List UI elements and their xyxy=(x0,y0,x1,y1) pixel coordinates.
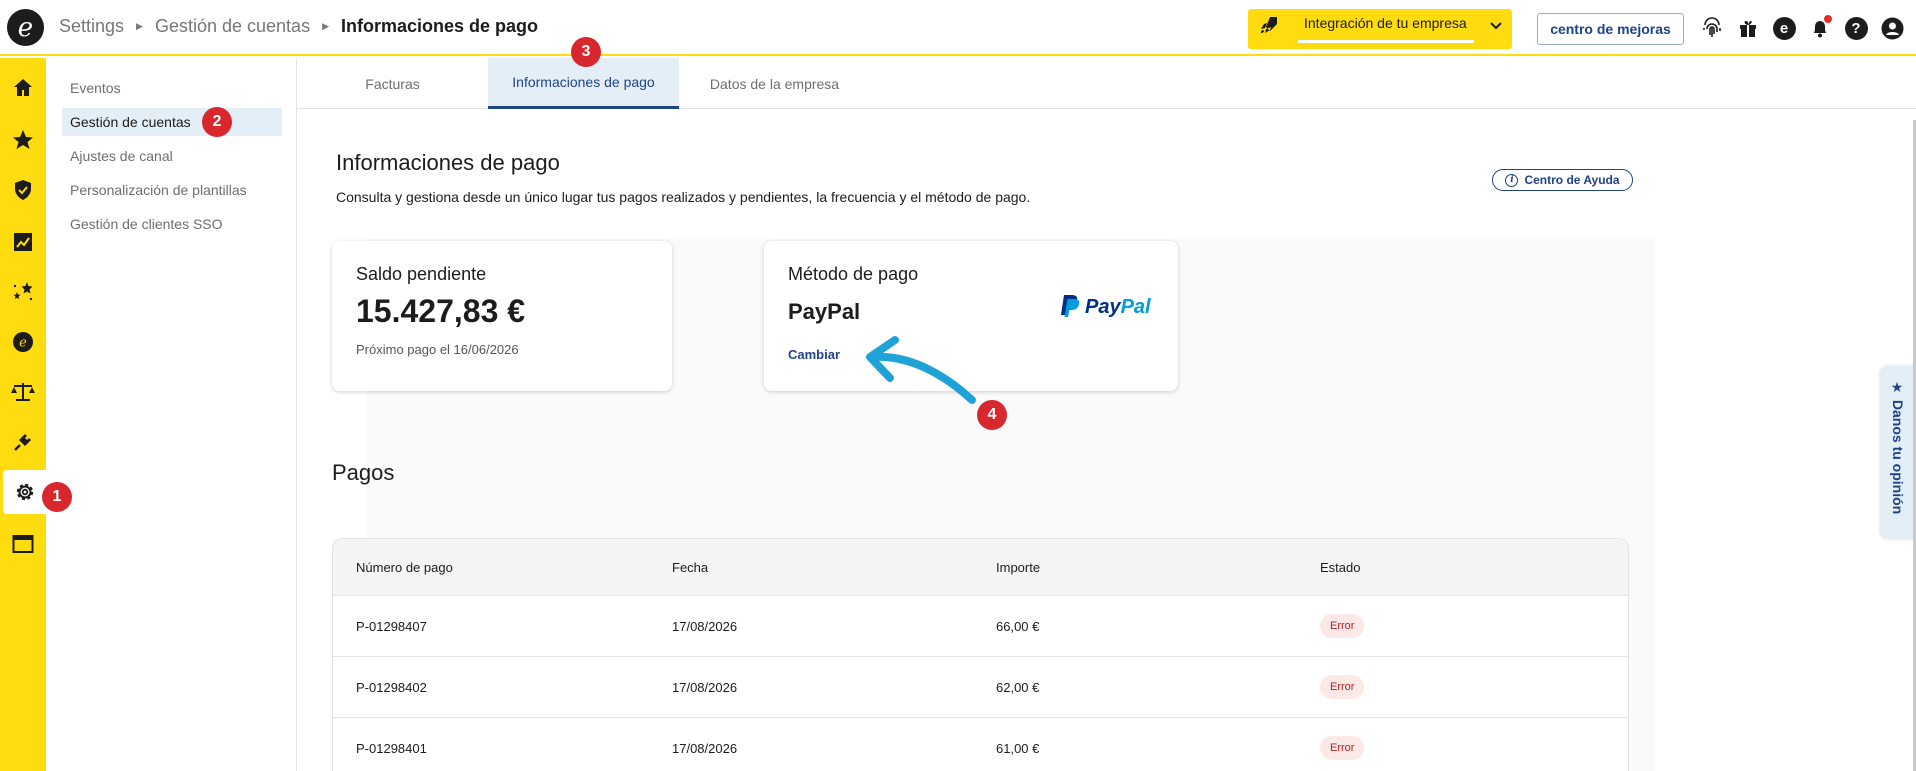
rail-legal[interactable] xyxy=(0,370,46,414)
top-bar: e Settings ▶ Gestión de cuentas ▶ Inform… xyxy=(0,0,1916,56)
table-row[interactable]: P-01298402 17/08/2026 62,00 € Error xyxy=(333,657,1628,718)
rail-reviews[interactable] xyxy=(0,118,46,162)
main-content: Informaciones de pago Consulta y gestion… xyxy=(297,109,1916,771)
app-rail: e xyxy=(0,58,46,771)
shield-check-icon xyxy=(15,180,31,200)
subnav-item-events[interactable]: Eventos xyxy=(62,74,282,102)
page-title: Informaciones de pago xyxy=(336,150,560,175)
step-marker-1: 1 xyxy=(42,482,72,512)
payments-table: Número de pago Fecha Importe Estado P-01… xyxy=(332,538,1629,771)
help-icon[interactable]: ? xyxy=(1844,14,1868,42)
payment-method-title: Método de pago xyxy=(788,264,919,284)
payment-amount: 62,00 € xyxy=(996,680,1040,695)
analytics-icon xyxy=(14,233,32,251)
browser-window-icon xyxy=(12,535,34,553)
tab-company-data[interactable]: Datos de la empresa xyxy=(679,58,870,109)
tab-bar: Facturas Informaciones de pago Datos de … xyxy=(297,58,1916,109)
plug-icon xyxy=(14,434,31,451)
home-icon xyxy=(14,79,32,96)
breadcrumb-settings[interactable]: Settings xyxy=(59,16,124,37)
settings-subnav: Eventos Gestión de cuentas Ajustes de ca… xyxy=(46,58,297,771)
breadcrumb: Settings ▶ Gestión de cuentas ▶ Informac… xyxy=(59,16,538,37)
star-icon xyxy=(13,130,33,149)
gear-icon xyxy=(16,483,33,501)
column-header-payment-number: Número de pago xyxy=(356,560,453,575)
chevron-down-icon xyxy=(1488,17,1504,38)
paypal-logo-text-1: Pay xyxy=(1085,296,1121,318)
subnav-item-sso-clients[interactable]: Gestión de clientes SSO xyxy=(62,210,282,238)
table-row[interactable]: P-01298401 17/08/2026 61,00 € Error xyxy=(333,718,1628,771)
trusted-logo-icon: e xyxy=(13,332,33,352)
payment-method-value: PayPal xyxy=(788,299,861,324)
change-payment-method-link[interactable]: Cambiar xyxy=(788,347,840,362)
paypal-logo-text-2: Pal xyxy=(1121,296,1151,318)
payment-date: 17/08/2026 xyxy=(672,619,738,634)
status-badge: Error xyxy=(1320,736,1365,760)
rail-trustmark[interactable] xyxy=(0,168,46,212)
step-marker-3: 3 xyxy=(571,37,601,67)
payment-date: 17/08/2026 xyxy=(672,680,738,695)
paypal-logo: PayPal xyxy=(1061,293,1161,318)
rail-features[interactable] xyxy=(0,270,46,314)
scales-icon xyxy=(11,383,35,401)
breadcrumb-account-management[interactable]: Gestión de cuentas xyxy=(155,16,310,37)
column-header-date: Fecha xyxy=(672,560,709,575)
improvements-center-button[interactable]: centro de mejoras xyxy=(1537,13,1684,45)
payment-number: P-01298401 xyxy=(356,741,427,756)
step-marker-2: 2 xyxy=(202,107,232,137)
info-icon: i xyxy=(1505,173,1519,187)
page-description: Consulta y gestiona desde un único lugar… xyxy=(336,189,1031,205)
gift-icon[interactable] xyxy=(1736,14,1760,42)
integration-progress-bar xyxy=(1298,40,1474,43)
balance-title: Saldo pendiente xyxy=(356,264,487,284)
payment-amount: 66,00 € xyxy=(996,619,1040,634)
feedback-label: ★ Danos tu opinión xyxy=(1890,380,1906,515)
breadcrumb-separator-icon: ▶ xyxy=(136,21,143,31)
user-icon[interactable] xyxy=(1880,14,1904,42)
column-header-status: Estado xyxy=(1320,560,1361,575)
breadcrumb-separator-icon: ▶ xyxy=(322,21,329,31)
notification-dot xyxy=(1824,15,1832,23)
rail-window[interactable] xyxy=(0,522,46,566)
tab-invoices[interactable]: Facturas xyxy=(297,58,488,109)
table-header: Número de pago Fecha Importe Estado xyxy=(333,539,1628,596)
rail-settings[interactable] xyxy=(3,470,46,514)
trusted-logo-icon[interactable]: e xyxy=(1772,14,1796,42)
help-center-button[interactable]: i Centro de Ayuda xyxy=(1492,169,1633,191)
bell-icon[interactable] xyxy=(1808,14,1832,42)
rocket-icon xyxy=(1248,14,1288,44)
rail-trusted[interactable]: e xyxy=(0,320,46,364)
payment-number: P-01298407 xyxy=(356,619,427,634)
fingerprint-icon[interactable] xyxy=(1700,14,1724,42)
feedback-tab[interactable]: ★ Danos tu opinión xyxy=(1880,366,1916,539)
rail-integrations[interactable] xyxy=(0,420,46,464)
top-icons: e ? xyxy=(1700,14,1904,42)
trusted-logo[interactable]: e xyxy=(7,9,44,46)
rail-analytics[interactable] xyxy=(0,220,46,264)
status-badge: Error xyxy=(1320,614,1365,638)
payment-amount: 61,00 € xyxy=(996,741,1040,756)
column-header-amount: Importe xyxy=(996,560,1041,575)
balance-card: Saldo pendiente 15.427,83 € Próximo pago… xyxy=(332,241,672,391)
sparkles-icon xyxy=(13,282,33,301)
rail-home[interactable] xyxy=(0,66,46,110)
annotation-arrow xyxy=(866,336,976,404)
next-payment-date: Próximo pago el 16/06/2026 xyxy=(356,342,519,357)
svg-text:e: e xyxy=(19,336,27,351)
payment-date: 17/08/2026 xyxy=(672,741,738,756)
help-center-label: Centro de Ayuda xyxy=(1524,173,1620,187)
integration-dropdown[interactable]: Integración de tu empresa xyxy=(1248,9,1512,49)
table-row[interactable]: P-01298407 17/08/2026 66,00 € Error xyxy=(333,596,1628,657)
payments-title: Pagos xyxy=(332,460,395,485)
status-badge: Error xyxy=(1320,675,1365,699)
svg-text:PayPal: PayPal xyxy=(1085,296,1151,318)
subnav-item-account-management[interactable]: Gestión de cuentas xyxy=(62,108,282,136)
integration-label: Integración de tu empresa xyxy=(1304,15,1467,31)
step-marker-4: 4 xyxy=(977,400,1007,430)
payment-number: P-01298402 xyxy=(356,680,427,695)
subnav-item-channel-settings[interactable]: Ajustes de canal xyxy=(62,142,282,170)
balance-amount: 15.427,83 € xyxy=(356,293,526,329)
breadcrumb-current: Informaciones de pago xyxy=(341,16,539,36)
subnav-item-template-customization[interactable]: Personalización de plantillas xyxy=(62,176,282,204)
